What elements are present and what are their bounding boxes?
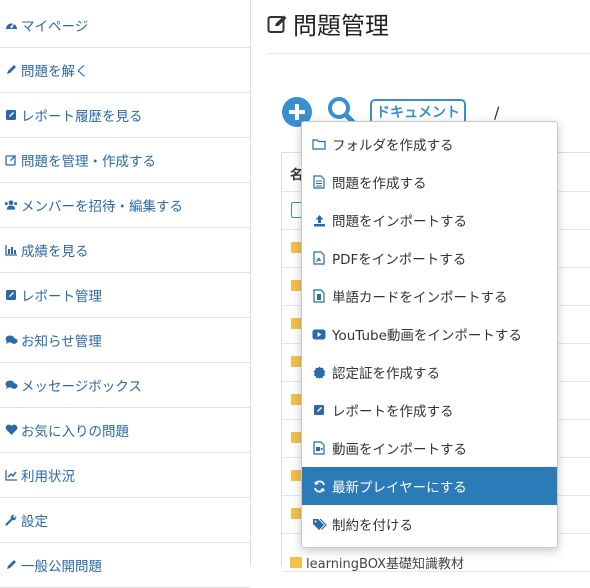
menu-item-import-youtube[interactable]: YouTube動画をインポートする bbox=[302, 315, 557, 353]
menu-item-label: PDFをインポートする bbox=[332, 252, 467, 268]
sidebar-item-mypage[interactable]: マイページ bbox=[0, 3, 250, 48]
menu-item-label: 動画をインポートする bbox=[332, 442, 467, 458]
edit-outline-icon bbox=[267, 14, 289, 34]
sidebar-item-solve[interactable]: 問題を解く bbox=[0, 48, 250, 93]
sidebar-item-label: メッセージボックス bbox=[21, 379, 142, 395]
menu-item-create-folder[interactable]: フォルダを作成する bbox=[302, 125, 557, 163]
sidebar-item-report-history[interactable]: レポート履歴を見る bbox=[0, 93, 250, 138]
sidebar-item-label: 問題を解く bbox=[21, 64, 89, 80]
menu-item-label: 制約を付ける bbox=[332, 518, 413, 534]
edit-square-icon bbox=[4, 108, 18, 122]
line-chart-icon bbox=[4, 468, 18, 482]
file-icon bbox=[311, 174, 327, 190]
comments-icon bbox=[4, 333, 18, 347]
heart-icon bbox=[4, 423, 18, 437]
sidebar-item-members[interactable]: メンバーを招待・編集する bbox=[0, 183, 250, 228]
page-title-text: 問題管理 bbox=[293, 12, 389, 40]
edit-square-icon bbox=[311, 402, 327, 418]
breadcrumb-separator: / bbox=[494, 103, 500, 122]
table-row[interactable]: learningBOX基礎知識教材 bbox=[290, 553, 464, 572]
sidebar-item-notices[interactable]: お知らせ管理 bbox=[0, 318, 250, 363]
menu-item-label: 単語カードをインポートする bbox=[332, 290, 508, 306]
page-title: 問題管理 bbox=[267, 6, 389, 41]
menu-item-import-video[interactable]: 動画をインポートする bbox=[302, 429, 557, 467]
sidebar-item-label: マイページ bbox=[21, 19, 89, 35]
sidebar-item-label: レポート履歴を見る bbox=[21, 109, 143, 125]
sidebar-item-settings[interactable]: 設定 bbox=[0, 498, 250, 543]
sidebar-item-label: レポート管理 bbox=[21, 289, 102, 305]
add-dropdown-menu: フォルダを作成する 問題を作成する 問題をインポートする PDFをインポートする… bbox=[301, 121, 558, 548]
pdf-icon bbox=[311, 250, 327, 266]
sidebar-item-label: お気に入りの問題 bbox=[21, 424, 129, 440]
title-divider bbox=[267, 53, 590, 54]
upload-icon bbox=[311, 212, 327, 228]
sidebar-item-grades[interactable]: 成績を見る bbox=[0, 228, 250, 273]
menu-item-label: 認定証を作成する bbox=[332, 366, 440, 382]
folder-outline-icon bbox=[311, 136, 327, 152]
wrench-icon bbox=[4, 513, 18, 527]
sidebar-item-label: メンバーを招待・編集する bbox=[21, 199, 183, 215]
menu-item-label: レポートを作成する bbox=[332, 404, 454, 420]
sidebar-item-label: 成績を見る bbox=[21, 244, 89, 260]
menu-item-label: フォルダを作成する bbox=[332, 138, 454, 154]
refresh-icon bbox=[311, 478, 327, 494]
sidebar-item-messages[interactable]: メッセージボックス bbox=[0, 363, 250, 408]
sidebar-item-label: 利用状況 bbox=[21, 469, 75, 485]
menu-item-import-question[interactable]: 問題をインポートする bbox=[302, 201, 557, 239]
menu-item-create-report[interactable]: レポートを作成する bbox=[302, 391, 557, 429]
sidebar-item-report-manage[interactable]: レポート管理 bbox=[0, 273, 250, 318]
row-name[interactable]: learningBOX基礎知識教材 bbox=[306, 553, 464, 572]
youtube-icon bbox=[311, 326, 327, 342]
sidebar: マイページ 問題を解く レポート履歴を見る 問題を管理・作成する メンバーを招待… bbox=[0, 0, 251, 588]
sidebar-item-manage[interactable]: 問題を管理・作成する bbox=[0, 138, 250, 183]
edit-square-icon bbox=[4, 288, 18, 302]
comments-icon bbox=[4, 378, 18, 392]
sidebar-item-label: 一般公開問題 bbox=[21, 559, 102, 575]
menu-item-add-constraint[interactable]: 制約を付ける bbox=[302, 505, 557, 543]
users-icon bbox=[4, 198, 18, 212]
menu-item-import-pdf[interactable]: PDFをインポートする bbox=[302, 239, 557, 277]
pencil-icon bbox=[4, 63, 18, 77]
card-icon bbox=[311, 288, 327, 304]
bar-chart-icon bbox=[4, 243, 18, 257]
menu-item-label: YouTube動画をインポートする bbox=[332, 328, 522, 344]
sidebar-item-favorites[interactable]: お気に入りの問題 bbox=[0, 408, 250, 453]
folder-icon bbox=[290, 557, 302, 568]
menu-item-label: 最新プレイヤーにする bbox=[332, 480, 467, 496]
menu-item-create-certificate[interactable]: 認定証を作成する bbox=[302, 353, 557, 391]
sidebar-item-label: お知らせ管理 bbox=[21, 334, 102, 350]
menu-item-import-wordcards[interactable]: 単語カードをインポートする bbox=[302, 277, 557, 315]
menu-item-label: 問題をインポートする bbox=[332, 214, 467, 230]
certificate-icon bbox=[311, 364, 327, 380]
video-file-icon bbox=[311, 440, 327, 456]
sidebar-item-label: 問題を管理・作成する bbox=[21, 154, 156, 170]
sidebar-item-label: 設定 bbox=[21, 514, 48, 530]
tags-icon bbox=[311, 516, 327, 532]
edit-outline-icon bbox=[4, 153, 18, 167]
menu-item-latest-player[interactable]: 最新プレイヤーにする bbox=[302, 467, 557, 505]
menu-item-label: 問題を作成する bbox=[332, 176, 427, 192]
pencil-icon bbox=[4, 558, 18, 572]
menu-item-create-question[interactable]: 問題を作成する bbox=[302, 163, 557, 201]
dashboard-icon bbox=[4, 18, 18, 32]
sidebar-item-usage[interactable]: 利用状況 bbox=[0, 453, 250, 498]
